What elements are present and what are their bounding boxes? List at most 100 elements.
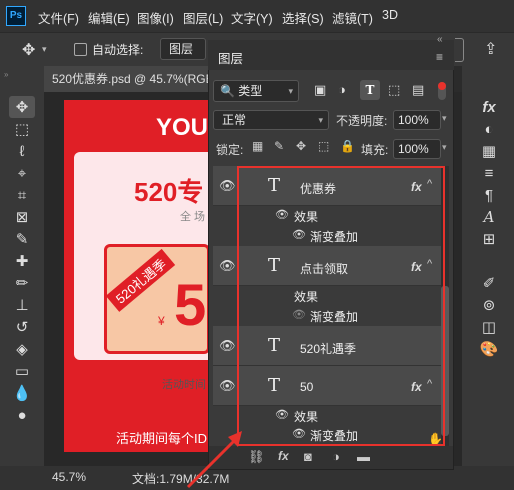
layers-panel-header xyxy=(208,40,454,70)
fx-icon[interactable]: fx xyxy=(411,180,422,194)
eye-icon[interactable]: 👁 xyxy=(275,408,289,421)
fx-icon[interactable]: fx xyxy=(411,380,422,394)
lasso-tool-icon[interactable]: ℓ xyxy=(9,140,35,162)
chevron-down-icon[interactable]: ▾ xyxy=(442,142,447,153)
layer-name[interactable]: 50 xyxy=(300,380,313,394)
eye-icon[interactable]: 👁 xyxy=(219,258,236,274)
lock-artboard-icon[interactable]: ⬚ xyxy=(318,139,329,153)
menu-type[interactable]: 文字(Y) xyxy=(231,8,273,27)
properties-icon[interactable]: ≡ xyxy=(476,162,502,184)
layers-panel-title[interactable]: 图层 xyxy=(218,48,243,67)
eye-icon[interactable]: 👁 xyxy=(292,427,306,440)
marquee-tool-icon[interactable]: ⬚ xyxy=(9,118,35,140)
layers-scrollbar[interactable] xyxy=(441,166,449,446)
move-tool-icon[interactable]: ✥ xyxy=(9,96,35,118)
add-style-icon[interactable]: fx xyxy=(278,449,289,463)
fill-input[interactable]: 100% xyxy=(393,139,441,159)
scrollbar-thumb[interactable] xyxy=(441,286,449,436)
lock-transparent-icon[interactable]: ▦ xyxy=(252,139,263,153)
add-mask-icon[interactable]: ◙ xyxy=(304,449,312,464)
healing-tool-icon[interactable]: ✚ xyxy=(9,250,35,272)
styles-icon[interactable]: fx xyxy=(476,96,502,118)
zoom-level[interactable]: 45.7% xyxy=(52,470,86,484)
effects-row[interactable] xyxy=(213,286,449,306)
eye-icon[interactable]: 👁 xyxy=(219,378,236,394)
filter-smart-object-icon[interactable]: ▤ xyxy=(412,82,424,98)
paths-icon[interactable]: ✐ xyxy=(476,272,502,294)
chevron-down-icon: ▾ xyxy=(318,115,323,125)
menu-filter[interactable]: 滤镜(T) xyxy=(332,8,373,27)
auto-select-checkbox[interactable] xyxy=(74,43,87,56)
layer-name[interactable]: 520礼遇季 xyxy=(300,340,356,357)
lock-position-icon[interactable]: ✥ xyxy=(296,139,306,153)
opacity-input[interactable]: 100% xyxy=(393,110,441,130)
effects-row[interactable] xyxy=(213,406,449,426)
effect-name[interactable]: 渐变叠加 xyxy=(310,427,358,444)
effect-name[interactable]: 渐变叠加 xyxy=(310,308,358,325)
character-icon[interactable]: A xyxy=(476,206,502,228)
menu-select[interactable]: 选择(S) xyxy=(282,8,324,27)
filter-pixel-icon[interactable]: ▣ xyxy=(314,82,326,98)
paragraph-icon[interactable]: ¶ xyxy=(476,184,502,206)
history-brush-icon[interactable]: ↺ xyxy=(9,316,35,338)
share-icon[interactable]: ⇪ xyxy=(484,39,497,59)
gradient-tool-icon[interactable]: ▭ xyxy=(9,360,35,382)
blur-tool-icon[interactable]: 💧 xyxy=(9,382,35,404)
panel-collapse-icon[interactable]: « xyxy=(437,34,443,45)
lock-all-icon[interactable]: 🔒 xyxy=(340,139,355,153)
effect-name[interactable]: 渐变叠加 xyxy=(310,228,358,245)
effects-row[interactable] xyxy=(213,206,449,226)
stamp-tool-icon[interactable]: ⊥ xyxy=(9,294,35,316)
layer-name[interactable]: 点击领取 xyxy=(300,260,348,277)
layers-icon[interactable]: ◫ xyxy=(476,316,502,338)
layer-filter-dropdown[interactable]: 🔍 类型 ▾ xyxy=(213,80,299,102)
frame-tool-icon[interactable]: ⊠ xyxy=(9,206,35,228)
menu-edit[interactable]: 编辑(E) xyxy=(88,8,130,27)
chevron-up-icon[interactable]: ^ xyxy=(427,378,432,390)
channels-icon[interactable]: ⊚ xyxy=(476,294,502,316)
eye-icon[interactable]: 👁 xyxy=(275,208,289,221)
crop-tool-icon[interactable]: ⌗ xyxy=(9,184,35,206)
auto-select-dropdown[interactable]: 图层 xyxy=(160,38,206,60)
eyedropper-tool-icon[interactable]: ✎ xyxy=(9,228,35,250)
menu-file[interactable]: 文件(F) xyxy=(38,8,79,27)
workspace-button[interactable] xyxy=(455,38,464,62)
glyphs-icon[interactable]: ⊞ xyxy=(476,228,502,250)
dodge-tool-icon[interactable]: ● xyxy=(9,404,35,426)
filter-type-icon[interactable]: T xyxy=(360,80,380,100)
text-layer-icon: T xyxy=(268,175,281,196)
new-group-icon[interactable]: ▬ xyxy=(357,449,370,464)
chevron-up-icon[interactable]: ^ xyxy=(427,258,432,270)
panel-menu-icon[interactable]: ≡ xyxy=(436,50,443,64)
fx-icon[interactable]: fx xyxy=(411,260,422,274)
adjustment-layer-icon[interactable]: ◑ xyxy=(332,449,340,464)
eraser-tool-icon[interactable]: ◈ xyxy=(9,338,35,360)
quick-select-tool-icon[interactable]: ⌖ xyxy=(9,162,35,184)
filter-shape-icon[interactable]: ⬚ xyxy=(388,82,400,98)
color-icon[interactable]: 🎨 xyxy=(476,338,502,360)
eye-icon[interactable]: 👁 xyxy=(219,338,236,354)
layer-name[interactable]: 优惠券 xyxy=(300,180,336,197)
link-layers-icon[interactable]: ⛓ xyxy=(248,449,265,465)
adjustments-icon[interactable]: ◐ xyxy=(476,118,502,140)
eye-icon[interactable]: 👁 xyxy=(292,228,306,241)
menu-layer[interactable]: 图层(L) xyxy=(183,8,223,27)
blend-mode-dropdown[interactable]: 正常 ▾ xyxy=(213,110,329,130)
eye-icon[interactable]: 👁 xyxy=(292,308,306,321)
menu-3d[interactable]: 3D xyxy=(382,8,398,22)
auto-select-value: 图层 xyxy=(169,42,194,56)
collapse-icon[interactable]: » xyxy=(4,70,8,79)
move-tool-icon[interactable]: ✥ xyxy=(22,40,35,60)
swatches-icon[interactable]: ▦ xyxy=(476,140,502,162)
left-toolbar: » ✥ ⬚ ℓ ⌖ ⌗ ⊠ ✎ ✚ ✏ ⊥ ↺ ◈ ▭ 💧 ● xyxy=(0,66,44,466)
filter-toggle[interactable] xyxy=(438,82,446,100)
lock-pixels-icon[interactable]: ✎ xyxy=(274,139,284,153)
eye-icon[interactable]: 👁 xyxy=(219,178,236,194)
chevron-down-icon[interactable]: ▾ xyxy=(442,113,447,124)
chevron-down-icon[interactable]: ▾ xyxy=(42,44,47,55)
document-tab[interactable]: 520优惠券.psd @ 45.7%(RGB xyxy=(44,66,220,92)
filter-adjustment-icon[interactable]: ◑ xyxy=(338,82,346,97)
chevron-up-icon[interactable]: ^ xyxy=(427,178,432,190)
menu-image[interactable]: 图像(I) xyxy=(137,8,174,27)
brush-tool-icon[interactable]: ✏ xyxy=(9,272,35,294)
